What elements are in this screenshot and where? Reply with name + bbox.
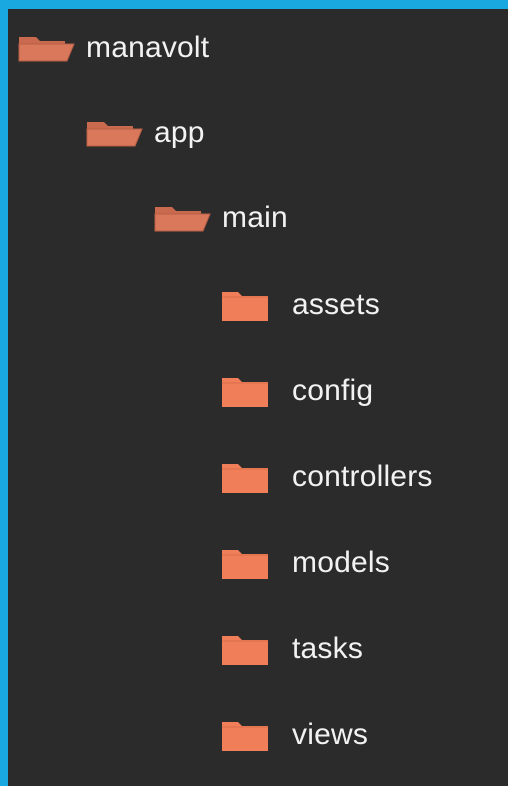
tree-item-label: app	[154, 116, 205, 149]
folder-closed-icon	[220, 371, 292, 411]
tree-item-views[interactable]: views	[8, 715, 508, 755]
tree-item-tasks[interactable]: tasks	[8, 629, 508, 669]
tree-item-label: models	[292, 546, 390, 579]
tree-item-main[interactable]: main	[8, 198, 508, 238]
tree-item-label: views	[292, 718, 369, 751]
folder-open-icon	[16, 28, 86, 68]
folder-closed-icon	[220, 715, 292, 755]
tree-item-assets[interactable]: assets	[8, 285, 508, 325]
folder-closed-icon	[220, 457, 292, 497]
tree-item-controllers[interactable]: controllers	[8, 457, 508, 497]
folder-open-icon	[152, 198, 222, 238]
tree-item-manavolt[interactable]: manavolt	[8, 28, 508, 68]
tree-item-models[interactable]: models	[8, 543, 508, 583]
folder-open-icon	[84, 113, 154, 153]
tree-item-label: assets	[292, 288, 380, 321]
tree-item-label: tasks	[292, 632, 364, 665]
tree-item-config[interactable]: config	[8, 371, 508, 411]
folder-closed-icon	[220, 543, 292, 583]
tree-item-label: main	[222, 201, 288, 234]
file-tree: manavolt app main assets config controll…	[8, 9, 508, 786]
tree-item-app[interactable]: app	[8, 113, 508, 153]
tree-item-label: controllers	[292, 460, 433, 493]
tree-item-label: manavolt	[86, 31, 210, 64]
folder-closed-icon	[220, 285, 292, 325]
tree-item-label: config	[292, 374, 374, 407]
folder-closed-icon	[220, 629, 292, 669]
